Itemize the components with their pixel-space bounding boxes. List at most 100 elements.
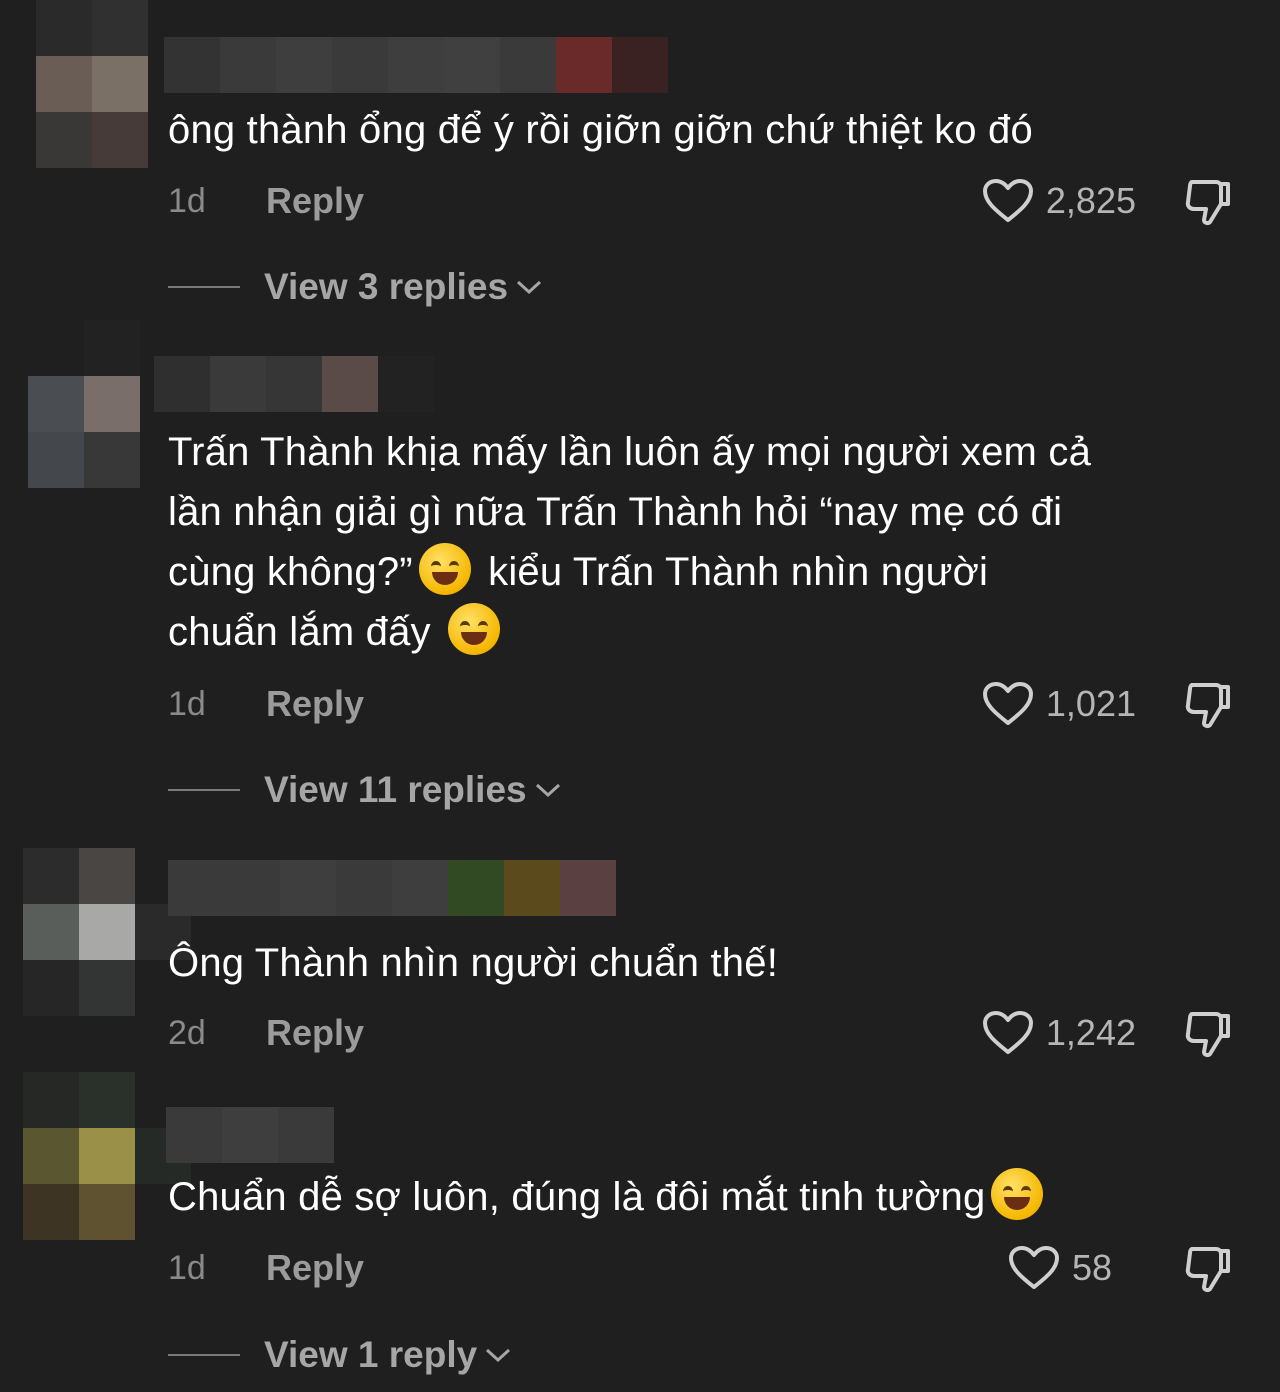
username-pixel bbox=[210, 356, 266, 412]
comment-meta: 1d Reply 2,825 bbox=[168, 176, 1238, 226]
username[interactable] bbox=[166, 1107, 334, 1163]
tears-of-joy-emoji-icon bbox=[418, 543, 471, 595]
view-replies-button[interactable]: View 1 reply bbox=[168, 1330, 513, 1380]
thumbs-down-icon bbox=[1185, 683, 1230, 729]
comment-time: 1d bbox=[168, 1249, 206, 1287]
comment-text: Trấn Thành khịa mấy lần luôn ấy mọi ngườ… bbox=[168, 422, 1238, 662]
avatar-pixel bbox=[23, 1184, 79, 1240]
username[interactable] bbox=[154, 356, 434, 412]
username[interactable] bbox=[168, 860, 616, 916]
avatar-pixel bbox=[36, 0, 92, 56]
like-button[interactable]: 1,021 bbox=[982, 679, 1136, 729]
avatar-pixel bbox=[79, 904, 135, 960]
comment-line-part: cùng không?” bbox=[168, 550, 413, 594]
avatar-pixel bbox=[79, 1072, 135, 1128]
avatar-pixel bbox=[84, 432, 140, 488]
username-pixel bbox=[612, 37, 668, 93]
username[interactable] bbox=[164, 37, 668, 93]
avatar-pixel bbox=[28, 376, 84, 432]
divider bbox=[168, 789, 240, 791]
username-pixel bbox=[222, 1107, 278, 1163]
comment-text: Ông Thành nhìn người chuẩn thế! bbox=[168, 941, 779, 985]
comment-time: 1d bbox=[168, 182, 206, 220]
like-count: 1,021 bbox=[1045, 683, 1136, 724]
username-pixel bbox=[154, 356, 210, 412]
dislike-button[interactable] bbox=[1182, 679, 1234, 729]
comment-text: ông thành ổng để ý rồi giỡn giỡn chứ thi… bbox=[168, 108, 1033, 152]
rolling-laughing-emoji-icon bbox=[448, 603, 501, 655]
username-pixel bbox=[336, 860, 392, 916]
comment-time: 1d bbox=[168, 685, 206, 723]
avatar-pixel bbox=[92, 56, 148, 112]
comment-meta: 1d Reply 58 bbox=[168, 1243, 1238, 1293]
comment-time: 2d bbox=[168, 1014, 206, 1052]
avatar-pixel bbox=[84, 320, 140, 376]
avatar-pixel bbox=[23, 1072, 79, 1128]
avatar-pixel bbox=[79, 1128, 135, 1184]
view-replies-label: View 1 reply bbox=[264, 1334, 478, 1375]
comment-line: cùng không?” kiểu Trấn Thành nhìn người bbox=[168, 542, 1238, 602]
thumbs-down-icon bbox=[1185, 1247, 1230, 1293]
reply-button[interactable]: Reply bbox=[266, 1008, 364, 1058]
comment-meta: 2d Reply 1,242 bbox=[168, 1008, 1238, 1058]
avatar-pixel bbox=[92, 112, 148, 168]
avatar-pixel bbox=[23, 848, 79, 904]
username-pixel bbox=[388, 37, 444, 93]
heart-outline-icon bbox=[1008, 1246, 1059, 1289]
view-replies-label: View 11 replies bbox=[264, 769, 527, 810]
avatar-pixel bbox=[23, 1128, 79, 1184]
thumbs-down-icon bbox=[1185, 180, 1230, 226]
dislike-button[interactable] bbox=[1182, 1243, 1234, 1293]
avatar-pixel bbox=[79, 960, 135, 1016]
username-pixel bbox=[166, 1107, 222, 1163]
avatar-pixel bbox=[28, 432, 84, 488]
view-replies-button[interactable]: View 3 replies bbox=[168, 262, 544, 312]
username-pixel bbox=[448, 860, 504, 916]
like-count: 2,825 bbox=[1045, 180, 1136, 221]
dislike-button[interactable] bbox=[1182, 1008, 1234, 1058]
comment-line: Trấn Thành khịa mấy lần luôn ấy mọi ngườ… bbox=[168, 430, 1092, 474]
avatar-pixel bbox=[36, 56, 92, 112]
username-pixel bbox=[392, 860, 448, 916]
thumbs-down-icon bbox=[1185, 1012, 1230, 1058]
reply-button[interactable]: Reply bbox=[266, 679, 364, 729]
username-pixel bbox=[266, 356, 322, 412]
username-pixel bbox=[332, 37, 388, 93]
comment-meta: 1d Reply 1,021 bbox=[168, 679, 1238, 729]
comment-line: lần nhận giải gì nữa Trấn Thành hỏi “nay… bbox=[168, 490, 1063, 534]
like-count: 58 bbox=[1071, 1247, 1112, 1288]
username-pixel bbox=[322, 356, 378, 412]
avatar-pixel bbox=[84, 376, 140, 432]
avatar-pixel bbox=[28, 320, 84, 376]
comment-line-part: Chuẩn dễ sợ luôn, đúng là đôi mắt tinh t… bbox=[168, 1175, 986, 1219]
username-pixel bbox=[444, 37, 500, 93]
heart-outline-icon bbox=[982, 682, 1033, 725]
view-replies-label: View 3 replies bbox=[264, 266, 509, 307]
avatar-pixel bbox=[92, 0, 148, 56]
avatar[interactable] bbox=[23, 848, 191, 1016]
username-pixel bbox=[164, 37, 220, 93]
dislike-button[interactable] bbox=[1182, 176, 1234, 226]
username-pixel bbox=[560, 860, 616, 916]
reply-button[interactable]: Reply bbox=[266, 1243, 364, 1293]
like-count: 1,242 bbox=[1045, 1012, 1136, 1053]
username-pixel bbox=[280, 860, 336, 916]
comment-line-part: chuẩn lắm đấy bbox=[168, 610, 431, 654]
username-pixel bbox=[278, 1107, 334, 1163]
username-pixel bbox=[220, 37, 276, 93]
comment-line: chuẩn lắm đấy bbox=[168, 602, 1238, 662]
username-pixel bbox=[276, 37, 332, 93]
like-button[interactable]: 2,825 bbox=[982, 176, 1136, 226]
view-replies-button[interactable]: View 11 replies bbox=[168, 765, 563, 815]
comment-text: Chuẩn dễ sợ luôn, đúng là đôi mắt tinh t… bbox=[168, 1167, 1238, 1227]
like-button[interactable]: 1,242 bbox=[982, 1008, 1136, 1058]
username-pixel bbox=[500, 37, 556, 93]
avatar-pixel bbox=[79, 848, 135, 904]
username-pixel bbox=[378, 356, 434, 412]
avatar-pixel bbox=[23, 960, 79, 1016]
divider bbox=[168, 286, 240, 288]
like-button[interactable]: 58 bbox=[1008, 1243, 1112, 1293]
username-pixel bbox=[504, 860, 560, 916]
username-pixel bbox=[556, 37, 612, 93]
reply-button[interactable]: Reply bbox=[266, 176, 364, 226]
